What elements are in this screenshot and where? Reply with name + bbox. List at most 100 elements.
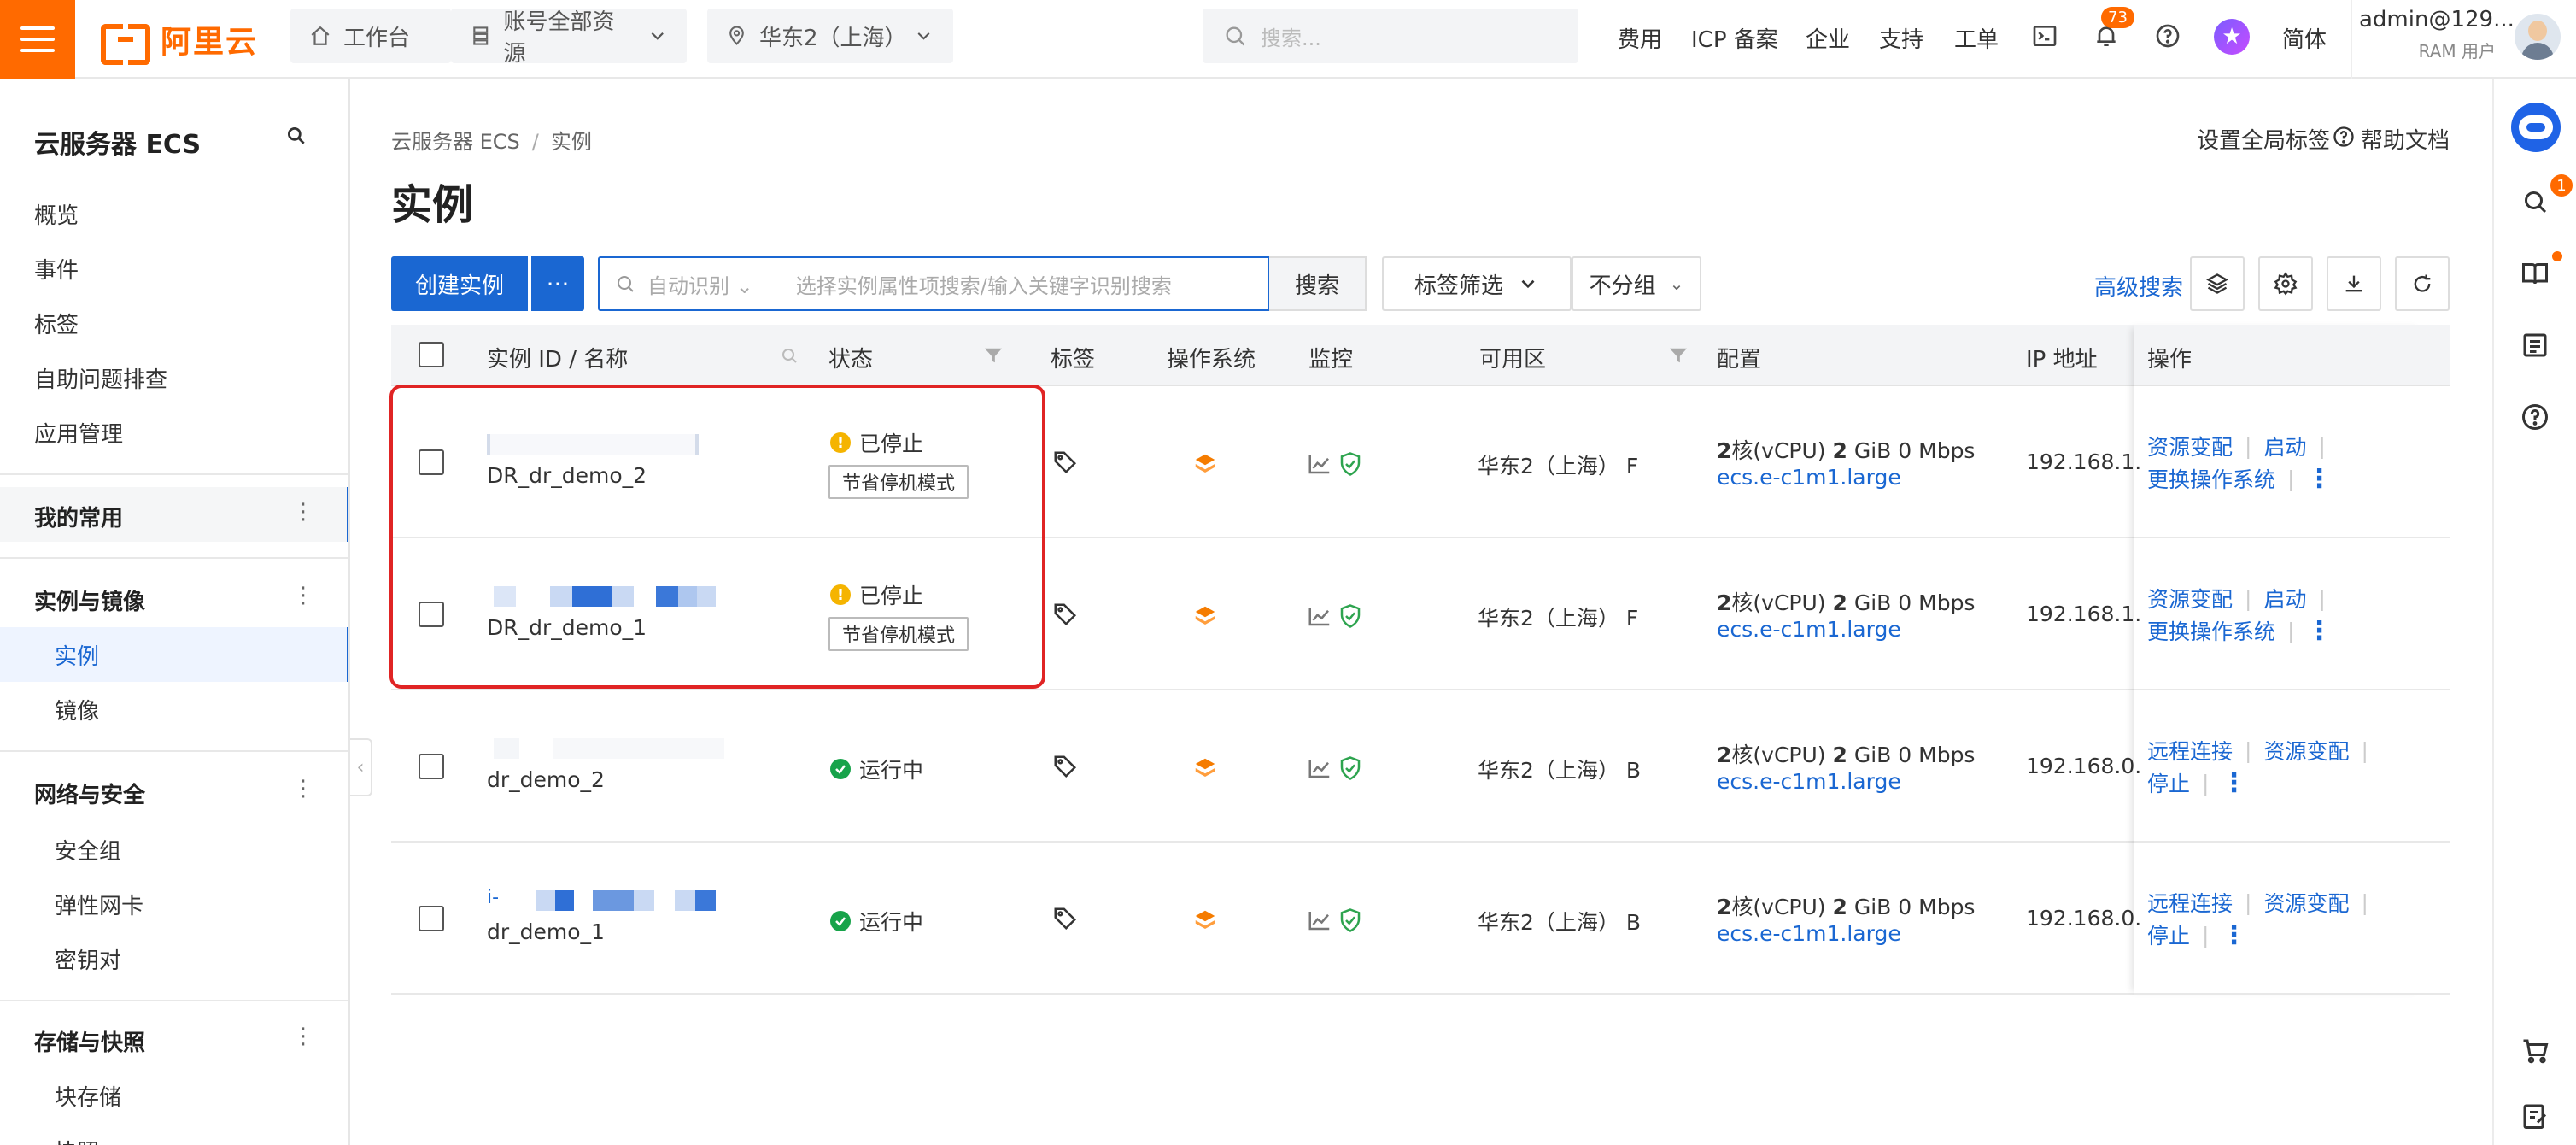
user-menu[interactable]: admin@129... RAM 用户 (2359, 7, 2515, 62)
search-icon[interactable] (779, 345, 799, 366)
nav-ticket[interactable]: 工单 (1954, 22, 1999, 54)
resize-link[interactable]: 资源变配 (2263, 735, 2349, 766)
region-dropdown[interactable]: 华东2（上海） (707, 9, 953, 63)
global-search-input[interactable]: 搜索... (1203, 9, 1578, 63)
edit-note-icon[interactable] (2520, 1101, 2550, 1131)
group-dropdown[interactable]: 不分组 ⌄ (1572, 256, 1701, 311)
tag-icon[interactable] (1052, 906, 1078, 931)
chart-icon[interactable] (1307, 907, 1332, 933)
auto-detect-dropdown[interactable]: 自动识别 ⌄ (647, 269, 753, 299)
search-icon[interactable] (2520, 186, 2550, 217)
nav-enterprise[interactable]: 企业 (1806, 22, 1850, 54)
sidebar-item-snapshots[interactable]: 快照 (55, 1135, 99, 1145)
shield-check-icon[interactable] (1338, 451, 1363, 477)
layers-button[interactable] (2190, 256, 2245, 311)
tag-filter-dropdown[interactable]: 标签筛选 (1382, 256, 1572, 311)
sidebar-item-images[interactable]: 镜像 (55, 694, 99, 725)
nav-billing[interactable]: 费用 (1618, 22, 1662, 54)
chart-icon[interactable] (1307, 755, 1332, 781)
instance-name[interactable]: dr_demo_2 (487, 767, 605, 792)
more-vertical-icon[interactable]: ⋮ (2306, 464, 2332, 494)
sidebar-search-icon[interactable] (285, 125, 307, 147)
language-switch[interactable]: 简体 (2282, 22, 2327, 54)
row-checkbox[interactable] (419, 449, 444, 475)
more-vertical-icon[interactable]: ⋮ (2221, 768, 2246, 798)
instance-type-link[interactable]: ecs.e-c1m1.large (1717, 769, 1901, 794)
download-button[interactable] (2327, 256, 2381, 311)
book-icon[interactable] (2520, 258, 2550, 289)
more-vertical-icon[interactable]: ⋮ (292, 583, 314, 608)
instance-id-prefix[interactable]: i- (487, 887, 499, 908)
stop-link[interactable]: 停止 (2147, 767, 2190, 798)
resources-dropdown[interactable]: 账号全部资源 (451, 9, 687, 67)
filter-icon[interactable] (984, 347, 1003, 364)
tag-icon[interactable] (1052, 754, 1078, 779)
cart-icon[interactable] (2520, 1036, 2550, 1066)
shield-check-icon[interactable] (1338, 603, 1363, 629)
row-checkbox[interactable] (419, 906, 444, 931)
create-instance-button[interactable]: 创建实例 (391, 256, 528, 311)
sidebar-item-security-groups[interactable]: 安全组 (55, 834, 121, 866)
workbench-button[interactable]: 工作台 (290, 9, 451, 63)
sidebar-item-keypairs[interactable]: 密钥对 (55, 943, 121, 975)
sidebar-item-events[interactable]: 事件 (34, 253, 79, 285)
advanced-search-link[interactable]: 高级搜索 (2094, 270, 2183, 302)
instance-name[interactable]: dr_demo_1 (487, 919, 605, 944)
stop-link[interactable]: 停止 (2147, 919, 2190, 950)
search-button[interactable]: 搜索 (1269, 256, 1367, 311)
sidebar-item-tags[interactable]: 标签 (34, 308, 79, 339)
sidebar-item-instances[interactable]: 实例 (55, 639, 99, 671)
breadcrumb-ecs[interactable]: 云服务器 ECS (391, 130, 520, 154)
instance-filter-input[interactable]: 自动识别 ⌄ 选择实例属性项搜索/输入关键字识别搜索 (598, 256, 1269, 311)
instance-name[interactable]: DR_dr_demo_2 (487, 463, 647, 488)
tag-icon[interactable] (1052, 602, 1078, 627)
shield-check-icon[interactable] (1338, 907, 1363, 933)
resize-link[interactable]: 资源变配 (2147, 431, 2233, 461)
help-circle-icon[interactable] (2332, 125, 2356, 149)
sidebar-group-instances-images[interactable]: 实例与镜像 (34, 584, 145, 616)
start-link[interactable]: 启动 (2263, 583, 2306, 614)
instance-type-link[interactable]: ecs.e-c1m1.large (1717, 921, 1901, 946)
sidebar-item-block-storage[interactable]: 块存储 (55, 1080, 121, 1112)
terminal-icon[interactable] (2029, 21, 2060, 51)
sidebar-item-overview[interactable]: 概览 (34, 198, 79, 230)
set-global-tags-link[interactable]: 设置全局标签 (2197, 123, 2330, 155)
remote-connect-link[interactable]: 远程连接 (2147, 735, 2233, 766)
more-vertical-icon[interactable]: ⋮ (292, 776, 314, 802)
sidebar-group-network-security[interactable]: 网络与安全 (34, 778, 145, 809)
sidebar-item-app-management[interactable]: 应用管理 (34, 417, 123, 449)
instance-type-link[interactable]: ecs.e-c1m1.large (1717, 465, 1901, 490)
select-all-checkbox[interactable] (419, 342, 444, 367)
menu-icon[interactable] (0, 0, 75, 79)
instance-name[interactable]: DR_dr_demo_1 (487, 615, 647, 640)
more-vertical-icon[interactable]: ⋮ (2306, 616, 2332, 646)
column-header-id-name[interactable]: 实例 ID / 名称 (487, 342, 628, 373)
remote-connect-link[interactable]: 远程连接 (2147, 887, 2233, 918)
help-icon[interactable] (2152, 21, 2183, 51)
list-icon[interactable] (2520, 330, 2550, 361)
chart-icon[interactable] (1307, 603, 1332, 629)
sidebar-collapse-handle[interactable]: ‹ (350, 738, 372, 796)
chart-icon[interactable] (1307, 451, 1332, 477)
shield-check-icon[interactable] (1338, 755, 1363, 781)
resize-link[interactable]: 资源变配 (2263, 887, 2349, 918)
user-avatar[interactable] (2515, 14, 2561, 60)
start-link[interactable]: 启动 (2263, 431, 2306, 461)
ai-robot-icon[interactable] (2511, 103, 2561, 152)
row-checkbox[interactable] (419, 754, 444, 779)
instance-type-link[interactable]: ecs.e-c1m1.large (1717, 617, 1901, 642)
more-actions-button[interactable]: ··· (531, 256, 584, 311)
sidebar-group-storage-snapshots[interactable]: 存储与快照 (34, 1025, 145, 1057)
row-checkbox[interactable] (419, 602, 444, 627)
nav-support[interactable]: 支持 (1879, 22, 1923, 54)
more-vertical-icon[interactable]: ⋮ (2221, 920, 2246, 950)
change-os-link[interactable]: 更换操作系统 (2147, 463, 2275, 494)
nav-icp[interactable]: ICP 备案 (1691, 22, 1778, 54)
more-vertical-icon[interactable]: ⋮ (292, 1024, 314, 1049)
refresh-button[interactable] (2395, 256, 2450, 311)
more-vertical-icon[interactable]: ⋮ (292, 499, 314, 525)
help-docs-link[interactable]: 帮助文档 (2361, 123, 2450, 155)
ai-assistant-icon[interactable]: ★ (2214, 19, 2250, 55)
change-os-link[interactable]: 更换操作系统 (2147, 615, 2275, 646)
settings-button[interactable] (2258, 256, 2313, 311)
